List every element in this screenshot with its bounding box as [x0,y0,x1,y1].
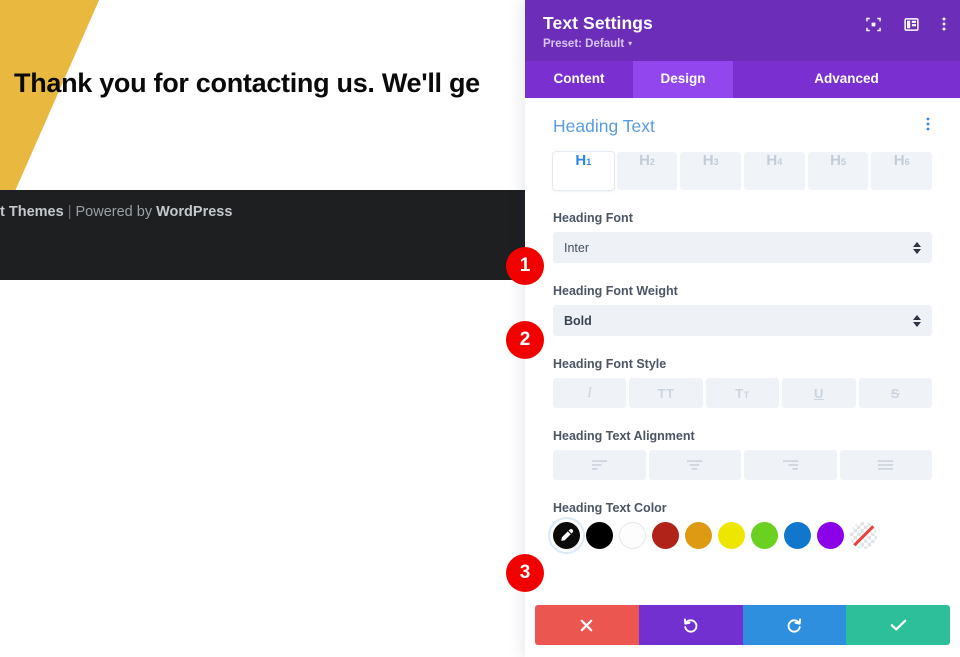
heading-level-h2[interactable]: H2 [616,152,678,190]
footer-separator: | [67,204,72,220]
small-caps-glyph: T [735,385,744,401]
swatch-none[interactable] [850,522,877,549]
align-left-icon[interactable] [553,450,646,480]
underline-icon[interactable]: U [782,378,856,408]
small-caps-icon[interactable]: TT [705,378,780,408]
italic-icon[interactable]: I [553,378,627,408]
undo-icon [684,618,698,633]
callout-badge-1: 1 [506,247,544,285]
modal-tabbar: Content Design Advanced [525,61,960,98]
select-arrows-icon [913,241,921,254]
uppercase-glyph: TT [657,385,675,401]
heading-font-weight-label: Heading Font Weight [553,284,678,298]
heading-level-h5-number: 5 [840,157,846,167]
heading-level-h6-letter: H [893,152,905,169]
check-icon [890,619,906,631]
screen: Thank you for contacting us. We'll ge t … [0,0,960,657]
heading-level-h4-number: 4 [777,157,783,167]
heading-level-h3[interactable]: H3 [680,152,742,190]
heading-font-select[interactable]: Inter [553,232,932,263]
heading-level-h4[interactable]: H4 [744,152,805,190]
underline-glyph: U [813,385,824,401]
swatch-green[interactable] [751,522,778,549]
heading-level-h2-number: 2 [649,157,655,167]
heading-level-h5[interactable]: H5 [807,152,869,190]
heading-text-alignment-buttons [553,450,932,480]
strikethrough-glyph: S [890,385,900,401]
hero-heading-text: Thank you for contacting us. We'll ge [14,68,480,98]
swatch-orange[interactable] [685,522,712,549]
heading-font-style-buttons: I TT TT U S [553,378,933,408]
heading-text-alignment-label: Heading Text Alignment [553,429,695,443]
callout-badge-3: 3 [506,554,544,592]
modal-header-icons [866,16,946,37]
heading-font-weight-select[interactable]: Bold [553,305,932,336]
small-caps-glyph-small: T [743,389,750,400]
heading-text-color-label: Heading Text Color [553,501,667,515]
heading-level-h2-letter: H [639,152,650,169]
swatch-white[interactable] [619,522,646,549]
design-panel-body: Heading Text H1 H2 H3 H 4 H 5 H 6 Headin… [525,98,960,605]
heading-text-color-picker[interactable] [553,522,580,549]
more-options-icon[interactable] [942,16,946,37]
strikethrough-icon[interactable]: S [858,378,933,408]
heading-font-style-label: Heading Font Style [553,357,667,371]
preset-label: Preset: Default [543,38,625,50]
focus-target-icon[interactable] [866,17,881,37]
save-button[interactable] [846,605,950,645]
heading-level-h1[interactable]: H1 [553,152,614,190]
section-title[interactable]: Heading Text [553,116,655,137]
redo-button[interactable] [742,605,847,645]
heading-level-h6[interactable]: H6 [871,152,933,190]
heading-level-h4-letter: H [766,152,778,169]
modal-header: Text Settings Preset: Default ▾ [525,0,960,61]
heading-font-weight-value: Bold [564,313,592,328]
redo-icon [787,618,801,633]
heading-level-toggle: H1 H2 H3 H4 H5 H6 [553,152,933,190]
select-arrows-icon [913,314,921,327]
tab-content[interactable]: Content [525,61,633,98]
align-justify-icon[interactable] [839,450,932,480]
footer-credit-text: t Themes | Powered by WordPress [0,204,520,220]
heading-text-color-swatches [553,522,932,549]
align-center-icon[interactable] [648,450,741,480]
heading-level-h1-number: 1 [586,157,592,167]
footer-wordpress-link[interactable]: WordPress [156,204,232,220]
chevron-down-icon: ▾ [628,39,633,48]
heading-font-value: Inter [564,240,590,255]
swatch-purple[interactable] [817,522,844,549]
heading-level-h1-letter: H [575,152,587,169]
heading-level-h3-number: 3 [713,157,719,167]
heading-level-h6-number: 6 [904,157,910,167]
text-settings-modal: Text Settings Preset: Default ▾ Content … [525,0,960,657]
footer-powered-by: Powered by [75,204,153,220]
close-icon [581,619,593,631]
swatch-black[interactable] [586,522,613,549]
callout-badge-2: 2 [506,321,544,359]
heading-level-h5-letter: H [830,152,841,169]
section-options-icon[interactable] [924,114,932,139]
uppercase-icon[interactable]: TT [629,378,703,408]
preset-selector[interactable]: Preset: Default ▾ [543,38,942,50]
swatch-blue[interactable] [784,522,811,549]
swatch-red[interactable] [652,522,679,549]
heading-text-section-header: Heading Text [553,98,932,141]
heading-level-h3-letter: H [702,152,714,169]
tab-advanced[interactable]: Advanced [733,61,960,98]
swatch-yellow[interactable] [718,522,745,549]
tab-design[interactable]: Design [633,61,733,98]
discard-button[interactable] [535,605,639,645]
italic-glyph: I [586,384,593,401]
undo-button[interactable] [638,605,743,645]
footer-theme-name: t Themes [0,204,64,220]
layout-panel-icon[interactable] [904,17,919,37]
align-right-icon[interactable] [744,450,837,480]
heading-font-label: Heading Font [553,211,633,225]
modal-action-bar [535,605,950,645]
